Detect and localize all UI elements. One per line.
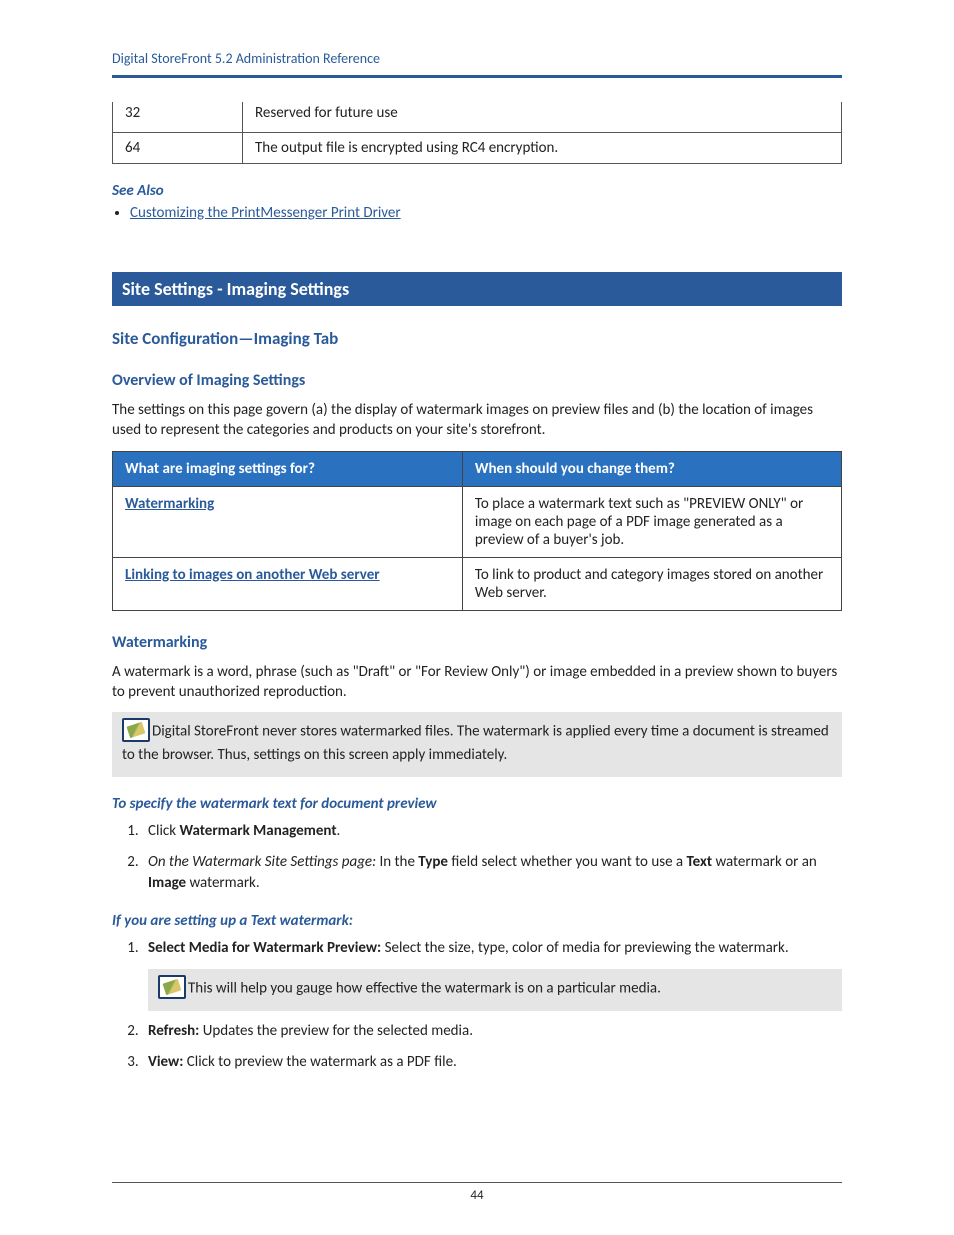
heading-overview: Overview of Imaging Settings [112, 371, 842, 390]
list-item: View: Click to preview the watermark as … [142, 1052, 842, 1073]
table-row: 32 Reserved for future use [113, 102, 842, 133]
step-bold: Image [148, 874, 186, 892]
cell-text: 32 [125, 104, 140, 122]
step-bold: Watermark Management [179, 822, 336, 840]
footer-divider [112, 1182, 842, 1183]
table-header: When should you change them? [462, 451, 841, 486]
cell-text: 64 [113, 133, 243, 164]
page-number: 44 [0, 1188, 954, 1203]
list-item: Select Media for Watermark Preview: Sele… [142, 938, 842, 1011]
see-also-heading: See Also [112, 182, 842, 200]
step-text: Select the size, type, color of media fo… [381, 939, 788, 957]
section-banner: Site Settings - Imaging Settings [112, 272, 842, 306]
overview-paragraph: The settings on this page govern (a) the… [112, 400, 842, 441]
table-header: What are imaging settings for? [113, 451, 463, 486]
procedure-heading: If you are setting up a Text watermark: [112, 912, 842, 930]
see-also-list: Customizing the PrintMessenger Print Dri… [130, 204, 842, 222]
step-text: watermark. [186, 874, 260, 892]
table-row: 64 The output file is encrypted using RC… [113, 133, 842, 164]
heading-watermarking: Watermarking [112, 633, 842, 652]
note-text: This will help you gauge how effective t… [188, 979, 661, 997]
pencil-icon [158, 975, 186, 999]
heading-site-config: Site Configuration—Imaging Tab [112, 328, 842, 349]
note-box: This will help you gauge how effective t… [148, 969, 842, 1011]
step-text: . [337, 822, 341, 840]
steps-list-text-watermark: Select Media for Watermark Preview: Sele… [112, 938, 842, 1073]
header-divider [112, 75, 842, 78]
imaging-settings-table: What are imaging settings for? When shou… [112, 451, 842, 611]
list-item: Customizing the PrintMessenger Print Dri… [130, 204, 842, 222]
step-text: field select whether you want to use a [448, 853, 687, 871]
see-also-link[interactable]: Customizing the PrintMessenger Print Dri… [130, 204, 401, 222]
list-item: Refresh: Updates the preview for the sel… [142, 1021, 842, 1042]
step-bold: Refresh: [148, 1022, 199, 1040]
pencil-icon [122, 718, 150, 742]
step-text: watermark or an [712, 853, 817, 871]
watermark-paragraph: A watermark is a word, phrase (such as "… [112, 662, 842, 703]
procedure-heading: To specify the watermark text for docume… [112, 795, 842, 813]
page-header-title: Digital StoreFront 5.2 Administration Re… [112, 50, 842, 67]
step-bold: Text [687, 853, 713, 871]
cell-text: To link to product and category images s… [462, 557, 841, 610]
steps-list: Click Watermark Management. On the Water… [112, 821, 842, 894]
table-row: Linking to images on another Web server … [113, 557, 842, 610]
step-italic: On the Watermark Site Settings page: [148, 853, 376, 871]
step-text: Updates the preview for the selected med… [199, 1022, 473, 1040]
linking-images-link[interactable]: Linking to images on another Web server [125, 566, 380, 584]
encryption-flags-table: 32 Reserved for future use 64 The output… [112, 102, 842, 164]
list-item: On the Watermark Site Settings page: In … [142, 852, 842, 894]
step-bold: Type [418, 853, 448, 871]
step-bold: View: [148, 1053, 183, 1071]
watermarking-link[interactable]: Watermarking [125, 495, 214, 513]
cell-text: To place a watermark text such as "PREVI… [462, 486, 841, 557]
note-box: Digital StoreFront never stores watermar… [112, 712, 842, 777]
cell-text: Reserved for future use [255, 104, 398, 122]
step-text: In the [376, 853, 418, 871]
step-text: Click [148, 822, 179, 840]
step-bold: Select Media for Watermark Preview: [148, 939, 381, 957]
note-text: Digital StoreFront never stores watermar… [122, 723, 829, 764]
step-text: Click to preview the watermark as a PDF … [183, 1053, 456, 1071]
cell-text: The output file is encrypted using RC4 e… [243, 133, 842, 164]
list-item: Click Watermark Management. [142, 821, 842, 842]
table-row: Watermarking To place a watermark text s… [113, 486, 842, 557]
